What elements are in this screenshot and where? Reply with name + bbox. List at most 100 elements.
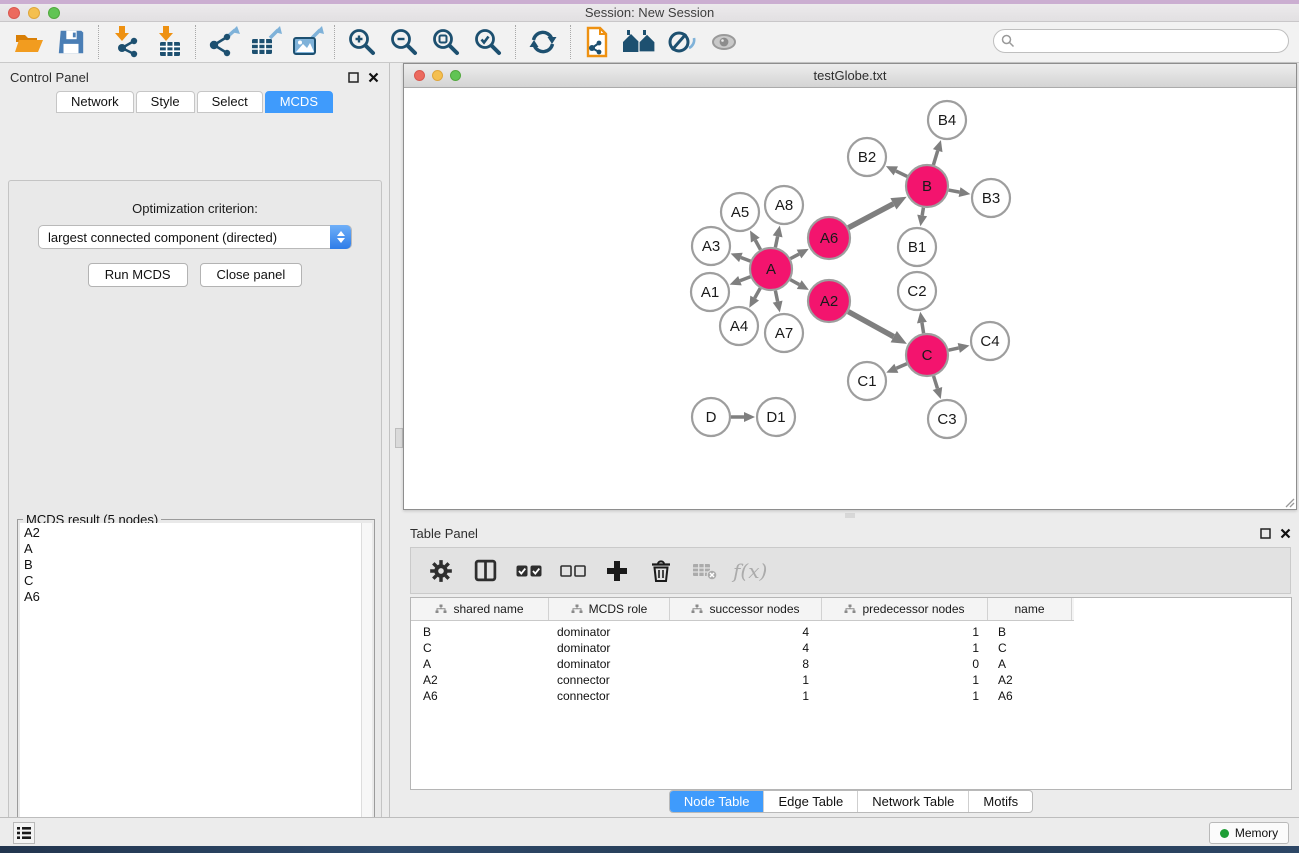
graph-node-A6[interactable]: A6 [808,217,850,259]
graphics-details-button[interactable] [661,24,703,60]
show-columns-button[interactable] [467,553,503,589]
tab-node-table[interactable]: Node Table [670,791,764,812]
graph-node-B4[interactable]: B4 [928,101,966,139]
bird-eye-button[interactable] [703,24,745,60]
memory-status-icon [1220,829,1229,838]
graph-node-C3[interactable]: C3 [928,400,966,438]
column-label: shared name [453,602,523,616]
splitpane-divider-handle[interactable] [395,428,403,448]
graph-node-B2[interactable]: B2 [848,138,886,176]
graph-node-A2[interactable]: A2 [808,280,850,322]
column-header-name[interactable]: name [988,598,1072,620]
result-list-item[interactable]: A2 [24,525,361,541]
tab-style[interactable]: Style [136,91,195,113]
close-panel-button[interactable]: Close panel [200,263,303,287]
table-row[interactable]: A6connector11A6 [411,688,1291,704]
close-panel-icon[interactable] [1280,528,1291,539]
result-list-item[interactable]: A [24,541,361,557]
graph-node-D[interactable]: D [692,398,730,436]
graph-node-B[interactable]: B [906,165,948,207]
search-input[interactable] [993,29,1289,53]
tab-edge-table[interactable]: Edge Table [763,791,857,812]
close-window-button[interactable] [8,7,20,19]
run-mcds-button[interactable]: Run MCDS [88,263,188,287]
table-settings-button[interactable] [423,553,459,589]
graph-node-C4[interactable]: C4 [971,322,1009,360]
save-session-button[interactable] [50,24,92,60]
home-view-button[interactable] [619,24,661,60]
window-resize-grip[interactable] [1282,495,1295,508]
tab-mcds[interactable]: MCDS [265,91,333,113]
import-table-button[interactable] [147,24,189,60]
deselect-all-button[interactable] [555,553,591,589]
zoom-in-button[interactable] [341,24,383,60]
criterion-select[interactable]: largest connected component (directed) [38,225,352,249]
cell-name: A6 [988,688,1072,704]
graph-node-B3[interactable]: B3 [972,179,1010,217]
memory-button[interactable]: Memory [1209,822,1289,844]
graph-node-A7[interactable]: A7 [765,314,803,352]
control-panel: Control Panel NetworkStyleSelectMCDS Opt… [0,63,390,817]
zoom-fit-icon [430,26,462,58]
zoom-fit-button[interactable] [425,24,467,60]
column-header-shared_name[interactable]: shared name [411,598,549,620]
graph-node-B1[interactable]: B1 [898,228,936,266]
float-panel-icon[interactable] [348,72,359,83]
svg-text:B3: B3 [982,190,1000,207]
graph-node-C[interactable]: C [906,334,948,376]
minimize-window-button[interactable] [28,7,40,19]
result-list-item[interactable]: B [24,557,361,573]
graph-node-A3[interactable]: A3 [692,227,730,265]
zoom-selected-button[interactable] [467,24,509,60]
graph-node-C2[interactable]: C2 [898,272,936,310]
table-row[interactable]: Cdominator41C [411,640,1291,656]
zoom-window-button[interactable] [48,7,60,19]
select-all-button[interactable] [511,553,547,589]
graph-node-C1[interactable]: C1 [848,362,886,400]
main-toolbar [0,22,1299,63]
open-session-button[interactable] [8,24,50,60]
zoom-out-button[interactable] [383,24,425,60]
duplicate-network-button[interactable] [577,24,619,60]
result-list-item[interactable]: C [24,573,361,589]
tab-motifs[interactable]: Motifs [968,791,1032,812]
refresh-layout-button[interactable] [522,24,564,60]
close-network-button[interactable] [414,70,425,81]
arrowhead [959,187,971,197]
column-header-mcds_role[interactable]: MCDS role [549,598,670,620]
column-header-predecessor_nodes[interactable]: predecessor nodes [822,598,988,620]
add-column-button[interactable] [599,553,635,589]
import-network-button[interactable] [105,24,147,60]
delete-column-button[interactable] [643,553,679,589]
network-graph-canvas[interactable]: B4 B2 B B3 A8A5 A6 A3 B1 A A1 C2 A2 A4A7 C4 C C1 C3 D D1 [404,88,1296,509]
edge-A-A5 [755,240,760,250]
graph-node-A4[interactable]: A4 [720,307,758,345]
column-header-successor_nodes[interactable]: successor nodes [670,598,822,620]
graph-node-A8[interactable]: A8 [765,186,803,224]
table-row[interactable]: Bdominator41B [411,624,1291,640]
minimize-network-button[interactable] [432,70,443,81]
tab-network[interactable]: Network [56,91,134,113]
cell-successor_nodes: 1 [670,688,822,704]
close-panel-icon[interactable] [368,72,379,83]
task-history-button[interactable] [13,822,35,844]
trash-icon [649,559,673,583]
float-panel-icon[interactable] [1260,528,1271,539]
graph-node-A1[interactable]: A1 [691,273,729,311]
tab-network-table[interactable]: Network Table [857,791,968,812]
graph-node-A[interactable]: A [750,248,792,290]
table-row[interactable]: Adominator80A [411,656,1291,672]
export-network-button[interactable] [202,24,244,60]
tab-select[interactable]: Select [197,91,263,113]
export-image-button[interactable] [286,24,328,60]
export-table-button[interactable] [244,24,286,60]
network-window-titlebar[interactable]: testGlobe.txt [404,64,1296,88]
zoom-network-button[interactable] [450,70,461,81]
graph-node-A5[interactable]: A5 [721,193,759,231]
result-list-item[interactable]: A6 [24,589,361,605]
graph-node-D1[interactable]: D1 [757,398,795,436]
result-list-scrollbar[interactable] [361,523,372,853]
svg-text:A1: A1 [701,284,719,301]
table-row[interactable]: A2connector11A2 [411,672,1291,688]
node-table-header: shared name MCDS rolesuccessor nodesprede… [411,598,1074,621]
